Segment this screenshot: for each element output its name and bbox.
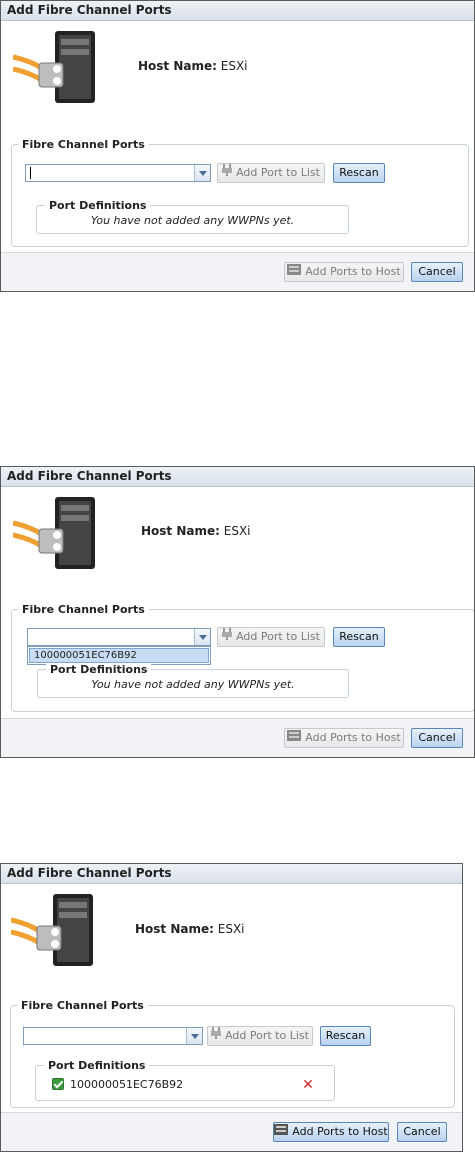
chevron-down-icon[interactable] [186,1028,202,1044]
dialog-title: Add Fibre Channel Ports [1,864,462,884]
port-wwpn: 100000051EC76B92 [70,1078,184,1091]
port-definitions-group: Port Definitions You have not added any … [37,663,349,698]
host-name-value: ESXi [217,922,245,936]
host-name: Host Name: ESXi [135,922,245,936]
plug-icon [211,1027,222,1045]
host-name-label: Host Name: [141,524,220,538]
dialog-footer: Add Ports to Host Cancel [1,718,474,757]
dropdown-option[interactable]: 100000051EC76B92 [29,648,209,663]
dialog-footer: Add Ports to Host Cancel [1,252,474,291]
checkmark-icon [52,1078,64,1090]
add-ports-to-host-button[interactable]: Add Ports to Host [284,728,404,748]
wwpn-combobox[interactable] [23,1027,203,1045]
add-port-to-list-button[interactable]: Add Port to List [217,627,325,647]
fibre-channel-ports-label: Fibre Channel Ports [17,999,148,1012]
plug-icon [222,164,233,182]
host-name: Host Name: ESXi [138,59,248,73]
host-name: Host Name: ESXi [141,524,251,538]
add-port-label: Add Port to List [225,1029,309,1042]
server-icon [274,1123,289,1141]
host-name-value: ESXi [223,524,251,538]
port-definitions-label: Port Definitions [44,1059,150,1072]
dialog-2: Add Fibre Channel Ports Host Name: ESXi … [0,466,475,758]
add-port-label: Add Port to List [236,630,320,643]
empty-message: You have not added any WWPNs yet. [91,678,295,691]
remove-icon[interactable]: ✕ [302,1078,314,1092]
port-definitions-group: Port Definitions 100000051EC76B92 ✕ [35,1059,335,1101]
wwpn-combobox[interactable] [27,628,211,646]
fibre-server-icon [11,894,93,966]
dialog-title: Add Fibre Channel Ports [1,467,474,487]
rescan-button[interactable]: Rescan [333,163,385,183]
cancel-button[interactable]: Cancel [397,1122,447,1142]
add-ports-to-host-button[interactable]: Add Ports to Host [284,262,404,282]
dialog-title: Add Fibre Channel Ports [1,1,474,21]
plug-icon [222,628,233,646]
add-ports-host-label: Add Ports to Host [305,731,401,744]
text-caret [30,167,31,179]
fibre-server-icon [13,497,95,569]
port-definitions-label: Port Definitions [46,663,152,676]
chevron-down-icon[interactable] [194,165,210,181]
host-name-value: ESXi [220,59,248,73]
server-icon [287,729,302,747]
add-ports-host-label: Add Ports to Host [292,1125,388,1138]
add-ports-to-host-button[interactable]: Add Ports to Host [273,1122,389,1142]
add-port-to-list-button[interactable]: Add Port to List [207,1026,313,1046]
cancel-button[interactable]: Cancel [411,262,463,282]
dialog-footer: Add Ports to Host Cancel [1,1112,462,1151]
port-definitions-label: Port Definitions [45,199,151,212]
add-ports-host-label: Add Ports to Host [305,265,401,278]
rescan-button[interactable]: Rescan [333,627,385,647]
port-definition-row: 100000051EC76B92 ✕ [52,1078,332,1092]
fibre-channel-ports-label: Fibre Channel Ports [18,138,149,151]
host-name-label: Host Name: [135,922,214,936]
add-port-label: Add Port to List [236,166,320,179]
fibre-channel-ports-label: Fibre Channel Ports [18,603,149,616]
rescan-button[interactable]: Rescan [320,1026,371,1046]
add-port-to-list-button[interactable]: Add Port to List [217,163,325,183]
wwpn-combobox[interactable] [25,164,211,182]
server-icon [287,263,302,281]
port-definitions-group: Port Definitions You have not added any … [36,199,349,234]
fibre-server-icon [13,31,95,103]
empty-message: You have not added any WWPNs yet. [90,214,295,227]
cancel-button[interactable]: Cancel [411,728,463,748]
dialog-1: Add Fibre Channel Ports Host Name: ESXi … [0,0,475,292]
dialog-3: Add Fibre Channel Ports Host Name: ESXi … [0,863,463,1152]
chevron-down-icon[interactable] [194,629,210,645]
host-name-label: Host Name: [138,59,217,73]
